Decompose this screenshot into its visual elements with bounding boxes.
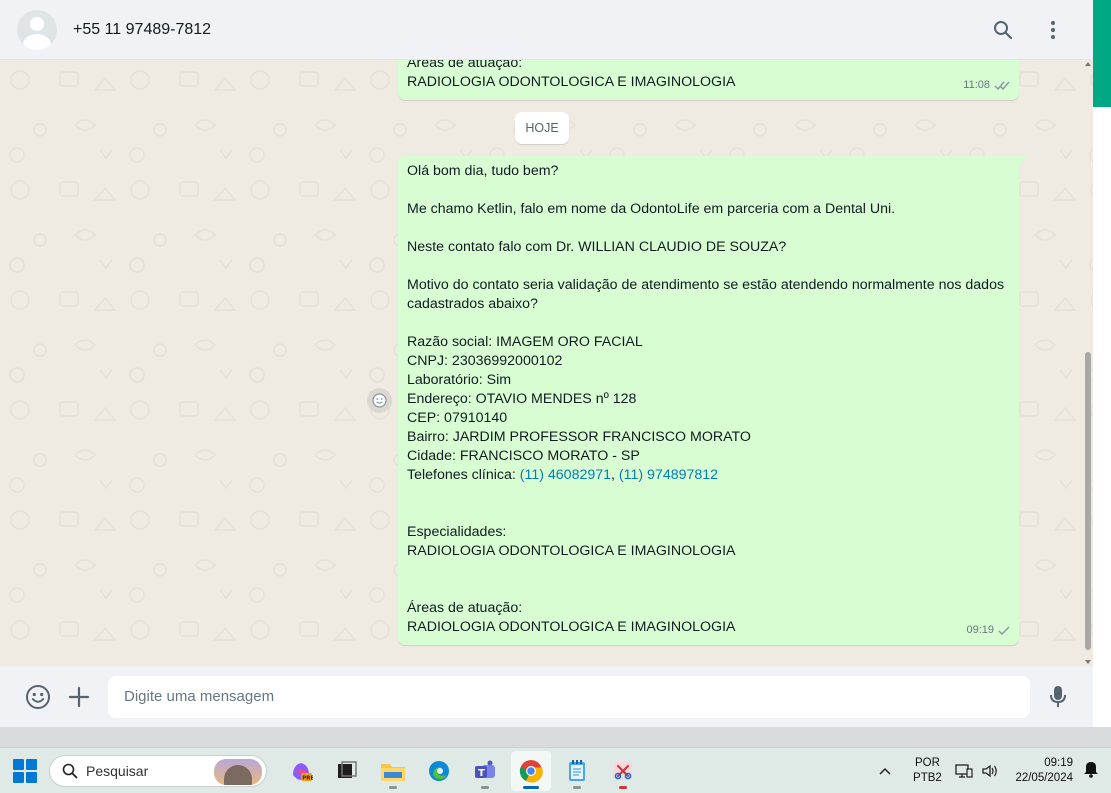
copilot-icon[interactable]: PRE: [281, 751, 321, 791]
search-icon: [62, 763, 78, 778]
smiley-icon: [372, 393, 387, 408]
language-indicator[interactable]: POR PTB2: [909, 756, 945, 786]
phone-separator: ,: [611, 467, 619, 483]
task-view-icon[interactable]: [327, 751, 367, 791]
message-line: [407, 181, 1010, 200]
svg-text:T: T: [478, 768, 485, 779]
attach-plus-icon[interactable]: [65, 683, 93, 711]
double-check-icon: [994, 81, 1010, 91]
message-line: RADIOLOGIA ODONTOLOGICA E IMAGINOLOGIA: [407, 619, 736, 635]
chat-header: +55 11 97489-7812: [0, 0, 1093, 60]
message-line: [407, 485, 1010, 504]
scroll-up-arrow-icon[interactable]: [1085, 62, 1091, 66]
chevron-up-icon[interactable]: [875, 764, 895, 778]
network-icon: [955, 764, 974, 778]
message-line: [407, 257, 1010, 276]
contact-name[interactable]: +55 11 97489-7812: [73, 21, 211, 39]
message-line: Áreas de atuação:: [407, 60, 523, 71]
message-line: Bairro: JARDIM PROFESSOR FRANCISCO MORAT…: [407, 429, 751, 445]
search-icon[interactable]: [991, 18, 1015, 42]
phone-link-2[interactable]: (11) 974897812: [619, 467, 718, 483]
notepad-icon[interactable]: [557, 751, 597, 791]
chrome-icon[interactable]: [511, 750, 551, 791]
message-line: CNPJ: 23036992000102: [407, 353, 563, 369]
message-time: 11:08: [963, 76, 1010, 95]
message-line: [407, 561, 1010, 580]
menu-icon[interactable]: [1041, 18, 1065, 42]
message-line: Neste contato falo com Dr. WILLIAN CLAUD…: [407, 239, 787, 255]
volume-icon: [982, 764, 998, 778]
clock-date: 22/05/2024: [1015, 772, 1073, 784]
message-line: Motivo do contato seria validação de ate…: [407, 277, 1005, 293]
message-line: [407, 314, 1010, 333]
message-line: Laboratório: Sim: [407, 372, 512, 388]
message-line: Especialidades:: [407, 524, 507, 540]
message-time-text: 09:19: [966, 624, 994, 636]
message-line: Razão social: IMAGEM ORO FACIAL: [407, 334, 643, 350]
compose-bar: [0, 666, 1093, 727]
message-line: RADIOLOGIA ODONTOLOGICA E IMAGINOLOGIA: [407, 543, 736, 559]
notification-bell-icon[interactable]: [1083, 760, 1099, 783]
message-line: [407, 580, 1010, 599]
teams-icon[interactable]: T: [465, 751, 505, 791]
background-window-strip: [1093, 0, 1111, 107]
svg-text:PRE: PRE: [302, 775, 313, 781]
message-line: Endereço: OTAVIO MENDES nº 128: [407, 391, 637, 407]
windows-start-icon[interactable]: [13, 758, 37, 783]
message-line: [407, 219, 1010, 238]
microphone-icon[interactable]: [1044, 683, 1072, 711]
taskbar-apps: PRE T: [281, 750, 643, 791]
phones-line: Telefones clínica: (11) 46082971, (11) 9…: [407, 466, 1010, 485]
reaction-button[interactable]: [367, 388, 392, 413]
message-line: RADIOLOGIA ODONTOLOGICA E IMAGINOLOGIA: [407, 74, 736, 90]
message-line: [407, 504, 1010, 523]
message-line: Olá bom dia, tudo bem?: [407, 163, 559, 179]
system-tray: POR PTB2 09:19 22/05/2024: [875, 748, 1111, 793]
message-line: Me chamo Ketlin, falo em nome da OdontoL…: [407, 201, 896, 217]
message-line: cadastrados abaixo?: [407, 296, 538, 312]
whatsapp-window: +55 11 97489-7812 Áreas de atuação: RADI…: [0, 0, 1093, 727]
file-explorer-icon[interactable]: [373, 751, 413, 791]
message-time-text: 11:08: [963, 79, 990, 91]
search-label: Pesquisar: [86, 762, 149, 779]
date-chip: HOJE: [515, 112, 569, 144]
phone-link-1[interactable]: (11) 46082971: [520, 467, 611, 483]
taskbar-search[interactable]: Pesquisar: [49, 754, 267, 787]
emoji-icon[interactable]: [24, 683, 52, 711]
chat-area: Áreas de atuação: RADIOLOGIA ODONTOLOGIC…: [0, 60, 1093, 666]
message-line: CEP: 07910140: [407, 410, 508, 426]
chat-scrollbar[interactable]: [1083, 60, 1093, 666]
keyboard-layout: PTB2: [913, 772, 942, 784]
quick-settings[interactable]: [955, 763, 999, 779]
single-check-icon: [998, 626, 1010, 635]
phones-label: Telefones clínica:: [407, 467, 520, 483]
scroll-down-arrow-icon[interactable]: [1085, 660, 1091, 664]
header-actions: [991, 18, 1065, 42]
clock[interactable]: 09:19 22/05/2024: [1015, 756, 1073, 786]
previous-message-bubble[interactable]: Áreas de atuação: RADIOLOGIA ODONTOLOGIC…: [398, 60, 1019, 100]
message-time: 09:19: [966, 621, 1010, 640]
avatar[interactable]: [17, 9, 57, 50]
taskbar: Pesquisar PRE T POR PTB2 09:19 22/05/202…: [0, 747, 1111, 793]
message-line: Cidade: FRANCISCO MORATO - SP: [407, 448, 640, 464]
message-line: Áreas de atuação:: [407, 600, 523, 616]
scroll-thumb[interactable]: [1085, 352, 1091, 650]
clock-time: 09:19: [1044, 757, 1073, 769]
search-highlight-image: [214, 758, 262, 785]
message-bubble[interactable]: Olá bom dia, tudo bem? Me chamo Ketlin, …: [398, 156, 1027, 645]
snipping-tool-icon[interactable]: [603, 751, 643, 791]
language-code: POR: [914, 757, 940, 769]
message-input[interactable]: [108, 675, 1030, 718]
edge-icon[interactable]: [419, 751, 459, 791]
desktop-gap: [1093, 107, 1111, 727]
